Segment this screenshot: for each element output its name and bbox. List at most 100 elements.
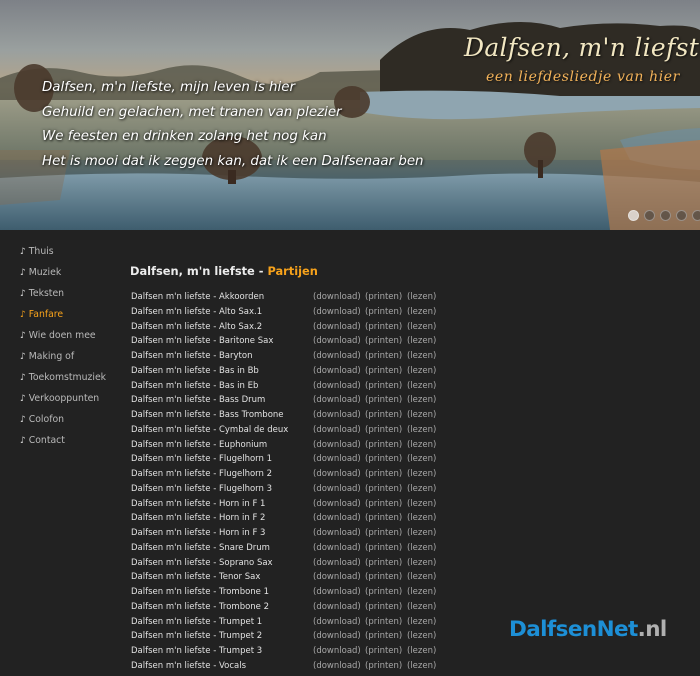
- part-name: Dalfsen m'n liefste - Bass Trombone: [131, 410, 284, 420]
- nav-item-wie-doen-mee[interactable]: ♪ Wie doen mee: [20, 330, 120, 351]
- download-link[interactable]: (download): [313, 336, 361, 347]
- read-link[interactable]: (lezen): [407, 322, 436, 333]
- slider-dot[interactable]: [660, 210, 671, 221]
- print-link[interactable]: (printen): [365, 322, 402, 333]
- read-link[interactable]: (lezen): [407, 307, 436, 318]
- print-link[interactable]: (printen): [365, 617, 402, 628]
- print-link[interactable]: (printen): [365, 381, 402, 392]
- read-link[interactable]: (lezen): [407, 528, 436, 539]
- nav-item-muziek[interactable]: ♪ Muziek: [20, 267, 120, 288]
- read-link[interactable]: (lezen): [407, 646, 436, 657]
- print-link[interactable]: (printen): [365, 395, 402, 406]
- download-link[interactable]: (download): [313, 410, 361, 421]
- read-link[interactable]: (lezen): [407, 366, 436, 377]
- download-link[interactable]: (download): [313, 631, 361, 642]
- print-link[interactable]: (printen): [365, 440, 402, 451]
- print-link[interactable]: (printen): [365, 587, 402, 598]
- download-link[interactable]: (download): [313, 558, 361, 569]
- slider-dot[interactable]: [676, 210, 687, 221]
- download-link[interactable]: (download): [313, 425, 361, 436]
- part-name: Dalfsen m'n liefste - Trombone 2: [131, 601, 270, 612]
- read-link[interactable]: (lezen): [407, 617, 436, 628]
- read-link[interactable]: (lezen): [407, 395, 436, 406]
- dalfsennet-logo[interactable]: DalfsenNet.nl: [509, 617, 667, 642]
- print-link[interactable]: (printen): [365, 410, 402, 421]
- nav-item-fanfare[interactable]: ♪ Fanfare: [20, 309, 120, 330]
- read-link[interactable]: (lezen): [407, 381, 436, 392]
- slider-dot[interactable]: [628, 210, 639, 221]
- print-link[interactable]: (printen): [365, 454, 402, 465]
- read-link[interactable]: (lezen): [407, 558, 436, 569]
- nav-item-verkooppunten[interactable]: ♪ Verkooppunten: [20, 393, 120, 414]
- read-link[interactable]: (lezen): [407, 425, 436, 436]
- read-link[interactable]: (lezen): [407, 292, 436, 303]
- download-link[interactable]: (download): [313, 513, 361, 524]
- download-link[interactable]: (download): [313, 617, 361, 628]
- print-link[interactable]: (printen): [365, 543, 402, 554]
- lyric-line: We feesten en drinken zolang het nog kan: [42, 129, 327, 144]
- download-link[interactable]: (download): [313, 322, 361, 333]
- download-link[interactable]: (download): [313, 543, 361, 554]
- download-link[interactable]: (download): [313, 307, 361, 318]
- download-link[interactable]: (download): [313, 587, 361, 598]
- read-link[interactable]: (lezen): [407, 572, 436, 583]
- nav-item-teksten[interactable]: ♪ Teksten: [20, 288, 120, 309]
- read-link[interactable]: (lezen): [407, 410, 436, 421]
- print-link[interactable]: (printen): [365, 336, 402, 347]
- read-link[interactable]: (lezen): [407, 351, 436, 362]
- slider-dot[interactable]: [692, 210, 700, 221]
- download-link[interactable]: (download): [313, 602, 361, 613]
- read-link[interactable]: (lezen): [407, 454, 436, 465]
- read-link[interactable]: (lezen): [407, 602, 436, 613]
- nav-item-colofon[interactable]: ♪ Colofon: [20, 414, 120, 435]
- music-note-icon: ♪: [20, 352, 26, 362]
- read-link[interactable]: (lezen): [407, 631, 436, 642]
- print-link[interactable]: (printen): [365, 602, 402, 613]
- download-link[interactable]: (download): [313, 366, 361, 377]
- read-link[interactable]: (lezen): [407, 661, 436, 672]
- download-link[interactable]: (download): [313, 572, 361, 583]
- read-link[interactable]: (lezen): [407, 469, 436, 480]
- print-link[interactable]: (printen): [365, 528, 402, 539]
- download-link[interactable]: (download): [313, 440, 361, 451]
- nav-item-making-of[interactable]: ♪ Making of: [20, 351, 120, 372]
- download-link[interactable]: (download): [313, 292, 361, 303]
- print-link[interactable]: (printen): [365, 307, 402, 318]
- slider-dot[interactable]: [644, 210, 655, 221]
- download-link[interactable]: (download): [313, 499, 361, 510]
- download-link[interactable]: (download): [313, 395, 361, 406]
- print-link[interactable]: (printen): [365, 572, 402, 583]
- print-link[interactable]: (printen): [365, 513, 402, 524]
- read-link[interactable]: (lezen): [407, 499, 436, 510]
- read-link[interactable]: (lezen): [407, 336, 436, 347]
- print-link[interactable]: (printen): [365, 469, 402, 480]
- download-link[interactable]: (download): [313, 469, 361, 480]
- read-link[interactable]: (lezen): [407, 543, 436, 554]
- print-link[interactable]: (printen): [365, 558, 402, 569]
- nav-item-contact[interactable]: ♪ Contact: [20, 435, 120, 456]
- read-link[interactable]: (lezen): [407, 484, 436, 495]
- print-link[interactable]: (printen): [365, 661, 402, 672]
- read-link[interactable]: (lezen): [407, 513, 436, 524]
- download-link[interactable]: (download): [313, 661, 361, 672]
- print-link[interactable]: (printen): [365, 631, 402, 642]
- download-link[interactable]: (download): [313, 351, 361, 362]
- nav-item-thuis[interactable]: ♪ Thuis: [20, 246, 120, 267]
- print-link[interactable]: (printen): [365, 646, 402, 657]
- part-name: Dalfsen m'n liefste - Flugelhorn 3: [131, 483, 273, 494]
- read-link[interactable]: (lezen): [407, 440, 436, 451]
- print-link[interactable]: (printen): [365, 292, 402, 303]
- download-link[interactable]: (download): [313, 528, 361, 539]
- download-link[interactable]: (download): [313, 454, 361, 465]
- nav-item-toekomstmuziek[interactable]: ♪ Toekomstmuziek: [20, 372, 120, 393]
- print-link[interactable]: (printen): [365, 366, 402, 377]
- download-link[interactable]: (download): [313, 484, 361, 495]
- page-title-main: Dalfsen, m'n liefste -: [130, 264, 268, 278]
- read-link[interactable]: (lezen): [407, 587, 436, 598]
- print-link[interactable]: (printen): [365, 351, 402, 362]
- download-link[interactable]: (download): [313, 646, 361, 657]
- print-link[interactable]: (printen): [365, 425, 402, 436]
- print-link[interactable]: (printen): [365, 484, 402, 495]
- print-link[interactable]: (printen): [365, 499, 402, 510]
- download-link[interactable]: (download): [313, 381, 361, 392]
